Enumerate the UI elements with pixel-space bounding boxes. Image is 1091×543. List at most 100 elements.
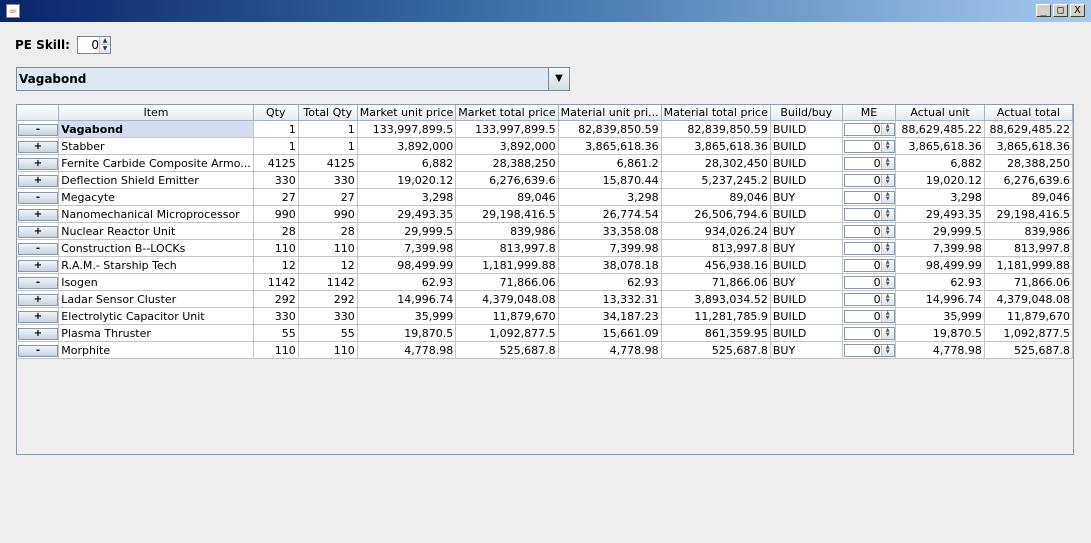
table-cell-total-qty[interactable]: 330 — [298, 171, 358, 189]
table-cell-material-unit-price[interactable]: 6,861.2 — [558, 154, 662, 172]
table-cell-qty[interactable]: 28 — [253, 222, 299, 240]
expand-collapse-button[interactable]: + — [18, 208, 58, 221]
me-value[interactable]: 0 — [845, 175, 881, 186]
me-value[interactable]: 0 — [845, 294, 881, 305]
table-cell-item[interactable]: Megacyte — [58, 188, 254, 206]
table-row[interactable]: - Isogen 1142 1142 62.93 71,866.06 62.93 71,866… — [17, 273, 1074, 291]
expand-collapse-button[interactable]: - — [18, 276, 58, 289]
expand-collapse-button[interactable]: + — [18, 157, 58, 170]
pe-skill-value[interactable]: 0 — [78, 37, 99, 53]
table-cell-build-buy[interactable]: BUILD — [770, 154, 843, 172]
table-cell-market-total-price[interactable]: 6,276,639.6 — [455, 171, 559, 189]
table-cell-material-unit-price[interactable]: 3,865,618.36 — [558, 137, 662, 155]
column-header-material-total[interactable]: Material total price — [661, 105, 771, 121]
table-cell-material-total-price[interactable]: 89,046 — [661, 188, 771, 206]
expand-collapse-button[interactable]: + — [18, 225, 58, 238]
table-cell-build-buy[interactable]: BUILD — [770, 290, 843, 308]
table-cell-material-total-price[interactable]: 5,237,245.2 — [661, 171, 771, 189]
table-cell-item[interactable]: Fernite Carbide Composite Armo... — [58, 154, 254, 172]
table-cell-material-total-price[interactable]: 934,026.24 — [661, 222, 771, 240]
table-cell-material-total-price[interactable]: 82,839,850.59 — [661, 120, 771, 138]
table-cell-market-unit-price[interactable]: 3,298 — [357, 188, 457, 206]
table-cell-item[interactable]: Vagabond — [58, 120, 254, 138]
table-cell-item[interactable]: Construction B--LOCKs — [58, 239, 254, 257]
spinner-arrows-icon[interactable]: ▲ ▼ — [880, 175, 894, 186]
table-cell-material-unit-price[interactable]: 38,078.18 — [558, 256, 662, 274]
table-row[interactable]: + Nanomechanical Microprocessor 990 990 29,4… — [17, 205, 1074, 223]
spinner-arrows-icon[interactable]: ▲ ▼ — [880, 124, 894, 135]
table-cell-item[interactable]: Morphite — [58, 341, 254, 359]
table-cell-build-buy[interactable]: BUILD — [770, 324, 843, 342]
table-cell-actual-total[interactable]: 1,092,877.5 — [984, 324, 1074, 342]
me-spinner[interactable]: 0 ▲ ▼ — [843, 344, 895, 357]
table-cell-actual-unit[interactable]: 4,778.98 — [895, 341, 985, 359]
table-cell-material-unit-price[interactable]: 82,839,850.59 — [558, 120, 662, 138]
me-spinner[interactable]: 0 ▲ ▼ — [843, 123, 895, 136]
table-cell-actual-unit[interactable]: 35,999 — [895, 307, 985, 325]
table-cell-market-total-price[interactable]: 839,986 — [455, 222, 559, 240]
table-row[interactable]: + Stabber 1 1 3,892,000 3,892,000 3,865,618.36… — [17, 137, 1074, 155]
java-cup-icon[interactable]: ☕ — [6, 4, 20, 18]
table-cell-material-unit-price[interactable]: 15,661.09 — [558, 324, 662, 342]
close-button[interactable]: X — [1070, 4, 1085, 17]
table-row[interactable]: + Nuclear Reactor Unit 28 28 29,999.5 839,986… — [17, 222, 1074, 240]
table-cell-actual-total[interactable]: 88,629,485.22 — [984, 120, 1074, 138]
table-row[interactable]: + R.A.M.- Starship Tech 12 12 98,499.99 1,181… — [17, 256, 1074, 274]
expand-collapse-button[interactable]: - — [18, 344, 58, 357]
table-cell-material-unit-price[interactable]: 62.93 — [558, 273, 662, 291]
table-cell-qty[interactable]: 110 — [253, 341, 299, 359]
column-header-actual-unit[interactable]: Actual unit — [895, 105, 985, 121]
table-cell-item[interactable]: Ladar Sensor Cluster — [58, 290, 254, 308]
spinner-arrows-icon[interactable]: ▲ ▼ — [880, 141, 894, 152]
table-cell-qty[interactable]: 292 — [253, 290, 299, 308]
table-cell-actual-unit[interactable]: 29,493.35 — [895, 205, 985, 223]
table-cell-actual-total[interactable]: 4,379,048.08 — [984, 290, 1074, 308]
table-row[interactable]: - Megacyte 27 27 3,298 89,046 3,298 89,046 BUY 0 ▲… — [17, 188, 1074, 206]
table-cell-market-total-price[interactable]: 1,092,877.5 — [455, 324, 559, 342]
column-header-market-unit[interactable]: Market unit price — [357, 105, 457, 121]
table-cell-material-unit-price[interactable]: 26,774.54 — [558, 205, 662, 223]
pe-skill-spinner[interactable]: 0 ▲ ▼ — [77, 36, 111, 54]
table-cell-item[interactable]: R.A.M.- Starship Tech — [58, 256, 254, 274]
column-header-total-qty[interactable]: Total Qty — [298, 105, 358, 121]
table-cell-qty[interactable]: 4125 — [253, 154, 299, 172]
table-cell-total-qty[interactable]: 330 — [298, 307, 358, 325]
table-cell-item[interactable]: Plasma Thruster — [58, 324, 254, 342]
table-cell-market-unit-price[interactable]: 35,999 — [357, 307, 457, 325]
me-spinner[interactable]: 0 ▲ ▼ — [843, 293, 895, 306]
table-cell-build-buy[interactable]: BUILD — [770, 307, 843, 325]
table-row[interactable]: - Construction B--LOCKs 110 110 7,399.98 813,… — [17, 239, 1074, 257]
expand-collapse-button[interactable]: - — [18, 191, 58, 204]
me-spinner[interactable]: 0 ▲ ▼ — [843, 208, 895, 221]
spinner-arrows[interactable]: ▲ ▼ — [99, 37, 110, 53]
spinner-arrows-icon[interactable]: ▲ ▼ — [880, 345, 894, 356]
me-spinner[interactable]: 0 ▲ ▼ — [843, 157, 895, 170]
me-value[interactable]: 0 — [845, 226, 881, 237]
table-row[interactable]: + Plasma Thruster 55 55 19,870.5 1,092,877.5 1… — [17, 324, 1074, 342]
table-cell-qty[interactable]: 55 — [253, 324, 299, 342]
table-cell-total-qty[interactable]: 1 — [298, 137, 358, 155]
table-cell-market-total-price[interactable]: 525,687.8 — [455, 341, 559, 359]
table-cell-actual-total[interactable]: 813,997.8 — [984, 239, 1074, 257]
table-cell-market-total-price[interactable]: 71,866.06 — [455, 273, 559, 291]
table-cell-actual-unit[interactable]: 6,882 — [895, 154, 985, 172]
table-cell-material-unit-price[interactable]: 33,358.08 — [558, 222, 662, 240]
chevron-down-icon[interactable]: ▼ — [548, 68, 569, 90]
table-cell-actual-total[interactable]: 71,866.06 — [984, 273, 1074, 291]
expand-collapse-button[interactable]: - — [18, 123, 58, 136]
maximize-button[interactable]: □ — [1053, 4, 1068, 17]
table-cell-actual-total[interactable]: 11,879,670 — [984, 307, 1074, 325]
table-cell-build-buy[interactable]: BUILD — [770, 137, 843, 155]
spinner-arrows-icon[interactable]: ▲ ▼ — [880, 192, 894, 203]
table-cell-market-total-price[interactable]: 133,997,899.5 — [455, 120, 559, 138]
table-cell-actual-total[interactable]: 29,198,416.5 — [984, 205, 1074, 223]
table-cell-qty[interactable]: 330 — [253, 307, 299, 325]
table-cell-qty[interactable]: 110 — [253, 239, 299, 257]
table-cell-build-buy[interactable]: BUY — [770, 239, 843, 257]
spinner-arrows-icon[interactable]: ▲ ▼ — [880, 158, 894, 169]
table-cell-item[interactable]: Isogen — [58, 273, 254, 291]
table-cell-actual-unit[interactable]: 7,399.98 — [895, 239, 985, 257]
column-header-qty[interactable]: Qty — [253, 105, 299, 121]
me-value[interactable]: 0 — [845, 192, 881, 203]
table-row[interactable]: - Morphite 110 110 4,778.98 525,687.8 4,778.98… — [17, 341, 1074, 359]
